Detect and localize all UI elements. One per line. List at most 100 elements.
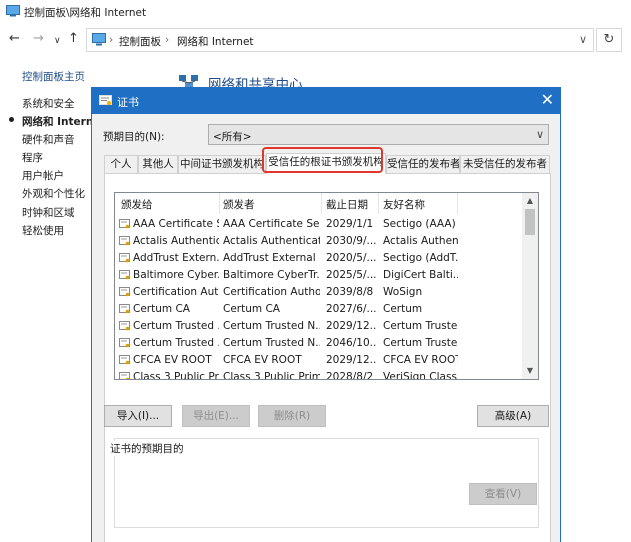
tab-trusted-publishers[interactable]: 受信任的发布者 [386, 155, 460, 173]
cell-issued-by: Baltimore CyberTr... [223, 269, 320, 281]
forward-arrow-icon[interactable]: → [33, 32, 44, 46]
cell-friendly-name: Certum [383, 303, 423, 315]
dialog-title: 证书 [117, 96, 139, 109]
sidebar-home-link[interactable]: 控制面板主页 [22, 69, 85, 84]
column-divider[interactable] [321, 193, 322, 214]
chevron-down-icon: ∨ [535, 128, 544, 141]
cell-expiration: 2029/12... [326, 354, 376, 366]
table-row[interactable]: Certum CA Certum CA 2027/6/... Certum [115, 301, 523, 318]
tab-trusted-root-ca[interactable]: 受信任的根证书颁发机构 [266, 153, 386, 174]
cell-issued-by: Actalis Authenticati... [223, 235, 320, 247]
purpose-select-value: <所有> [213, 131, 252, 143]
cell-issued-to: Actalis Authentic... [133, 235, 219, 247]
remove-button[interactable]: 删除(R) [258, 405, 326, 427]
cell-issued-by: AddTrust External ... [223, 252, 320, 264]
tab-intermediate-ca[interactable]: 中间证书颁发机构 [178, 155, 266, 173]
purpose-select[interactable]: <所有> ∨ [208, 124, 549, 145]
column-issued-by[interactable]: 颁发者 [223, 197, 255, 212]
scroll-up-icon[interactable]: ▲ [522, 193, 538, 209]
certificate-icon [119, 219, 130, 229]
import-button[interactable]: 导入(I)... [104, 405, 172, 427]
column-divider[interactable] [219, 193, 220, 214]
cell-issued-by: Class 3 Public Prim... [223, 371, 320, 380]
cell-friendly-name: CFCA EV ROOT [383, 354, 458, 366]
column-expiration[interactable]: 截止日期 [326, 197, 368, 212]
table-row[interactable]: Certification Aut... Certification Autho… [115, 284, 523, 301]
sidebar-item-programs[interactable]: 程序 [22, 150, 43, 165]
certificate-icon [119, 372, 130, 379]
vertical-scrollbar[interactable]: ▲ ▼ [522, 193, 538, 379]
sidebar-item-system-security[interactable]: 系统和安全 [22, 96, 75, 111]
list-header: 颁发给 颁发者 截止日期 友好名称 [115, 193, 523, 214]
chevron-down-icon[interactable]: ∨ [579, 33, 587, 46]
up-arrow-icon[interactable]: ↑ [68, 32, 79, 46]
cell-friendly-name: DigiCert Balti... [383, 269, 458, 281]
breadcrumb-network-internet[interactable]: 网络和 Internet [177, 34, 254, 49]
tab-untrusted-publishers[interactable]: 未受信任的发布者 [460, 155, 550, 173]
certificate-list[interactable]: 颁发给 颁发者 截止日期 友好名称 AAA Certificate Ser...… [114, 192, 539, 380]
cell-expiration: 2028/8/2 [326, 371, 374, 380]
cell-issued-by: AAA Certificate Ser... [223, 218, 320, 230]
sidebar-item-user-accounts[interactable]: 用户帐户 [22, 168, 64, 183]
tab-strip: 个人 其他人 中间证书颁发机构 受信任的根证书颁发机构 受信任的发布者 未受信任… [104, 153, 551, 174]
cell-friendly-name: WoSign [383, 286, 423, 298]
sidebar-item-ease-of-access[interactable]: 轻松使用 [22, 223, 64, 238]
cell-issued-by: CFCA EV ROOT [223, 354, 302, 366]
window-title: 控制面板\网络和 Internet [24, 7, 147, 19]
table-row[interactable]: Baltimore Cyber... Baltimore CyberTr... … [115, 267, 523, 284]
sidebar-item-hardware-sound[interactable]: 硬件和声音 [22, 132, 75, 147]
cell-expiration: 2029/1/1 [326, 218, 374, 230]
cell-expiration: 2046/10... [326, 337, 376, 349]
table-row[interactable]: AddTrust Extern... AddTrust External ...… [115, 250, 523, 267]
table-row[interactable]: AAA Certificate Ser... AAA Certificate S… [115, 216, 523, 233]
scroll-down-icon[interactable]: ▼ [522, 363, 538, 379]
tab-other-people[interactable]: 其他人 [138, 155, 178, 173]
view-button[interactable]: 查看(V) [469, 483, 537, 505]
sidebar-item-clock-region[interactable]: 时钟和区域 [22, 205, 75, 220]
column-divider[interactable] [378, 193, 379, 214]
cell-issued-to: Certum Trusted ... [133, 337, 219, 349]
recent-locations-icon[interactable]: ∨ [54, 34, 61, 48]
cell-issued-by: Certum CA [223, 303, 280, 315]
cell-expiration: 2030/9/... [326, 235, 376, 247]
breadcrumb-control-panel[interactable]: 控制面板 [119, 34, 161, 49]
cell-issued-to: AAA Certificate Ser... [133, 218, 219, 230]
address-bar[interactable]: › 控制面板 › 网络和 Internet ∨ [86, 28, 594, 52]
cell-expiration: 2020/5/... [326, 252, 376, 264]
cell-issued-to: Certum CA [133, 303, 190, 315]
certificate-icon [119, 253, 130, 263]
sidebar-item-appearance[interactable]: 外观和个性化 [22, 186, 85, 201]
table-row[interactable]: Certum Trusted ... Certum Trusted N... 2… [115, 318, 523, 335]
back-arrow-icon[interactable]: ← [9, 32, 20, 46]
table-row[interactable]: Actalis Authentic... Actalis Authenticat… [115, 233, 523, 250]
certificate-icon [119, 270, 130, 280]
certificate-icon [119, 304, 130, 314]
scroll-thumb[interactable] [525, 209, 535, 235]
cell-friendly-name: Certum Truste... [383, 320, 458, 332]
cell-expiration: 2029/12... [326, 320, 376, 332]
cell-friendly-name: Sectigo (AddT... [383, 252, 458, 264]
table-row[interactable]: Certum Trusted ... Certum Trusted N... 2… [115, 335, 523, 352]
certificate-icon [119, 321, 130, 331]
cell-expiration: 2027/6/... [326, 303, 376, 315]
export-button[interactable]: 导出(E)... [182, 405, 250, 427]
breadcrumb-separator: › [165, 34, 170, 46]
window-titlebar: 控制面板\网络和 Internet [0, 0, 631, 24]
cell-issued-by: Certum Trusted N... [223, 320, 320, 332]
column-friendly-name[interactable]: 友好名称 [383, 197, 425, 212]
certificate-dialog: 证书 ✕ 预期目的(N): <所有> ∨ 个人 其他人 中间证书颁发机构 受信任… [91, 87, 561, 542]
column-issued-to[interactable]: 颁发给 [121, 197, 153, 212]
cell-friendly-name: VeriSign Class... [383, 371, 458, 380]
certificate-icon [119, 287, 130, 297]
close-icon[interactable]: ✕ [541, 91, 554, 109]
column-divider[interactable] [457, 193, 458, 214]
cell-issued-to: CFCA EV ROOT [133, 354, 212, 366]
refresh-button[interactable]: ↻ [596, 28, 622, 52]
advanced-button[interactable]: 高级(A) [477, 405, 549, 427]
table-row[interactable]: Class 3 Public Pr... Class 3 Public Prim… [115, 369, 523, 380]
table-row[interactable]: CFCA EV ROOT CFCA EV ROOT 2029/12... CFC… [115, 352, 523, 369]
tab-personal[interactable]: 个人 [104, 155, 138, 173]
certificate-purposes-label: 证书的预期目的 [108, 441, 186, 456]
certificate-icon [99, 95, 112, 105]
cell-expiration: 2039/8/8 [326, 286, 374, 298]
